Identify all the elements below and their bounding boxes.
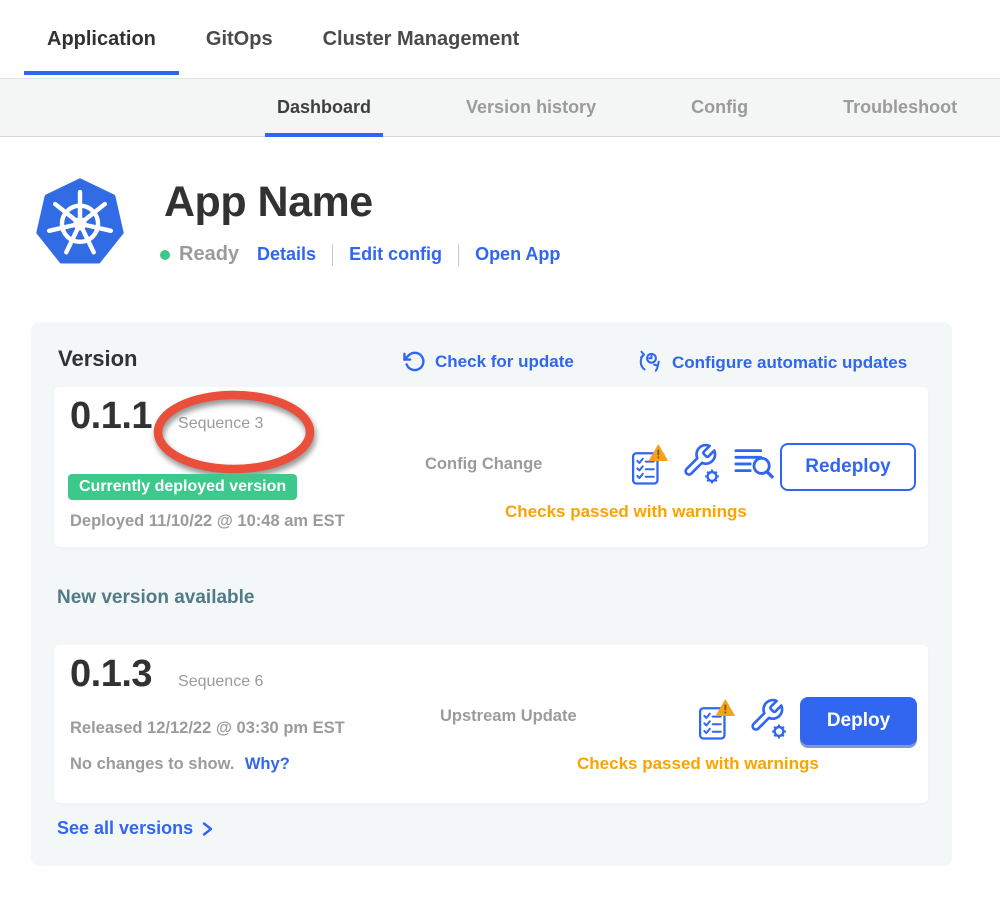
nav-tab-application[interactable]: Application [24, 0, 179, 78]
available-version-number: 0.1.3 [70, 653, 152, 696]
version-source-label: Config Change [425, 455, 542, 474]
deploy-button[interactable]: Deploy [800, 697, 917, 745]
current-version-sequence: Sequence 3 [178, 415, 263, 433]
redeploy-button[interactable]: Redeploy [780, 443, 916, 491]
currently-deployed-badge: Currently deployed version [68, 474, 297, 500]
kubernetes-logo [36, 178, 124, 266]
available-version-sequence: Sequence 6 [178, 673, 263, 691]
ready-status-dot [160, 250, 170, 260]
version-source-label: Upstream Update [440, 707, 577, 726]
app-dashboard-page: Application GitOps Cluster Management Da… [0, 0, 1000, 898]
gear-icon [705, 469, 719, 483]
version-panel-title: Version [58, 346, 137, 372]
released-timestamp: Released 12/12/22 @ 03:30 pm EST [70, 719, 345, 738]
no-changes-line: No changes to show. Why? [70, 755, 290, 774]
no-changes-text: No changes to show. [70, 755, 234, 773]
version-panel: Version Check for update Configure autom… [31, 322, 952, 866]
nav-tab-gitops[interactable]: GitOps [183, 0, 296, 78]
view-files-icon[interactable] [734, 445, 774, 486]
configure-automatic-updates-link[interactable]: Configure automatic updates [638, 350, 907, 375]
preflight-checklist-icon[interactable] [631, 441, 668, 489]
config-wrench-icon[interactable] [748, 697, 788, 744]
available-version-row: 0.1.3 Sequence 6 [70, 653, 263, 696]
available-version-card: 0.1.3 Sequence 6 Released 12/12/22 @ 03:… [54, 645, 928, 803]
gear-icon [772, 724, 786, 738]
refresh-icon [403, 350, 426, 373]
preflight-checklist-icon[interactable] [698, 696, 735, 744]
page-title: App Name [164, 178, 373, 227]
top-nav: Application GitOps Cluster Management [0, 0, 1000, 78]
details-link[interactable]: Details [257, 244, 316, 265]
nav-tab-cluster-management[interactable]: Cluster Management [300, 0, 543, 78]
current-version-card: 0.1.1 Sequence 3 Currently deployed vers… [54, 387, 928, 547]
checks-status-text: Checks passed with warnings [505, 502, 747, 522]
why-link[interactable]: Why? [245, 755, 290, 773]
current-version-number: 0.1.1 [70, 395, 152, 438]
version-action-icons [698, 695, 788, 745]
divider [458, 244, 459, 266]
status-label: Ready [179, 243, 239, 266]
see-all-versions-link[interactable]: See all versions [57, 818, 214, 839]
tab-config[interactable]: Config [679, 79, 760, 136]
version-action-icons [631, 440, 774, 490]
divider [332, 244, 333, 266]
tab-troubleshoot[interactable]: Troubleshoot [831, 79, 969, 136]
new-version-heading: New version available [57, 587, 255, 609]
open-app-link[interactable]: Open App [475, 244, 560, 265]
checks-status-text: Checks passed with warnings [577, 754, 819, 774]
deployed-timestamp: Deployed 11/10/22 @ 10:48 am EST [70, 512, 345, 531]
config-wrench-icon[interactable] [681, 442, 721, 489]
app-status-row: Ready Details Edit config Open App [160, 243, 560, 266]
auto-update-clock-icon [638, 350, 663, 375]
sub-nav: Dashboard Version history Config Trouble… [0, 78, 1000, 137]
edit-config-link[interactable]: Edit config [349, 244, 442, 265]
check-for-update-link[interactable]: Check for update [403, 350, 574, 373]
tab-dashboard[interactable]: Dashboard [265, 79, 383, 136]
tab-version-history[interactable]: Version history [454, 79, 608, 136]
chevron-right-icon [201, 821, 214, 837]
current-version-row: 0.1.1 Sequence 3 [70, 395, 263, 438]
